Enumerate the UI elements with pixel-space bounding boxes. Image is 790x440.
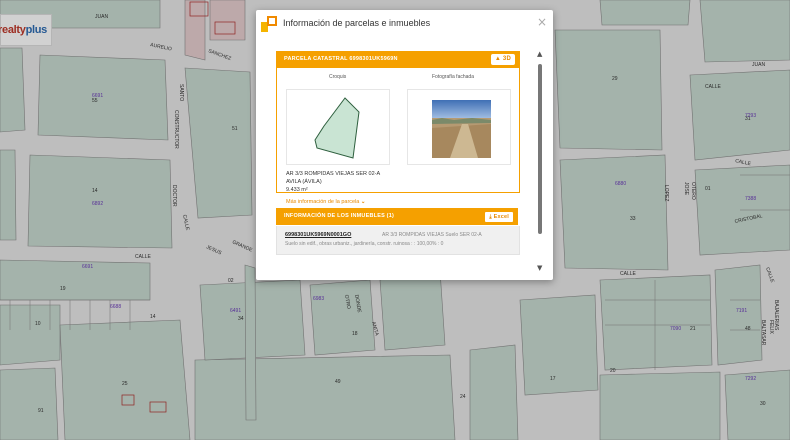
more-info-link[interactable]: Más información de la parcela ⌄ — [286, 199, 366, 205]
parcel-details: Croquis Fotografía fachada AR 3/3 ROMPID… — [276, 68, 520, 205]
croquis-label: Croquis — [329, 74, 347, 80]
parcel-area: 9.433 m² — [286, 187, 308, 193]
modal-body: PARCELA CATASTRAL 6998301UK5969N ▲ 3D Cr… — [276, 51, 520, 257]
photo-label: Fotografía fachada — [432, 74, 474, 80]
inmuebles-section-title: INFORMACIÓN DE LOS INMUEBLES (1) — [284, 213, 394, 219]
modal-header: Información de parcelas e inmuebles × — [256, 10, 553, 38]
parcel-info-modal: Información de parcelas e inmuebles × PA… — [256, 10, 553, 280]
parcel-section-header: PARCELA CATASTRAL 6998301UK5969N ▲ 3D — [276, 51, 520, 68]
property-usage: Suelo sin edif., obras urbaniz., jardine… — [285, 241, 444, 247]
address-line-1: AR 3/3 ROMPIDAS VIEJAS SER 02-A — [286, 171, 381, 177]
close-icon[interactable]: × — [537, 16, 547, 28]
view-3d-label: 3D — [502, 56, 511, 62]
modal-title: Información de parcelas e inmuebles — [283, 18, 431, 28]
excel-button[interactable]: ⤓ Excel — [485, 212, 513, 222]
facade-photo-frame[interactable] — [407, 89, 511, 165]
list-item[interactable]: 6998301UK5969N0001GO AR 3/3 ROMPIDAS VIE… — [276, 226, 520, 255]
inmuebles-section-header: INFORMACIÓN DE LOS INMUEBLES (1) ⤓ Excel — [276, 208, 518, 225]
parcel-info-icon — [261, 16, 277, 32]
excel-label: Excel — [493, 214, 509, 220]
parcel-sketch[interactable] — [286, 89, 390, 165]
chevron-down-icon: ⌄ — [360, 199, 366, 205]
scroll-down-icon[interactable]: ▼ — [537, 264, 542, 272]
property-description: AR 3/3 ROMPIDAS VIEJAS Suelo SER 02-A — [382, 232, 482, 238]
more-info-label: Más información de la parcela — [286, 199, 360, 205]
parcel-section-title: PARCELA CATASTRAL 6998301UK5969N — [284, 56, 398, 62]
scroll-up-icon[interactable]: ▲ — [537, 50, 542, 58]
facade-photo — [432, 100, 491, 158]
cadastral-ref-link[interactable]: 6998301UK5969N0001GO — [285, 232, 351, 238]
modal-scrollbar[interactable]: ▲ ▼ — [537, 50, 543, 272]
view-3d-button[interactable]: ▲ 3D — [490, 54, 515, 65]
parcel-address: AR 3/3 ROMPIDAS VIEJAS SER 02-A AVILA (Á… — [286, 170, 380, 194]
scroll-thumb[interactable] — [538, 64, 542, 234]
cube-icon: ▲ — [494, 56, 503, 62]
address-line-2: AVILA (ÁVILA) — [286, 179, 322, 185]
